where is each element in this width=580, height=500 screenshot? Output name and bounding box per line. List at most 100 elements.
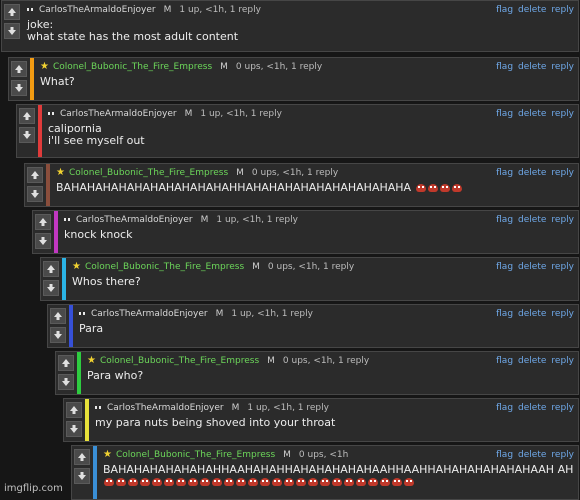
delete-link[interactable]: delete <box>518 260 546 274</box>
flag-link[interactable]: flag <box>496 354 513 368</box>
comment-meta: ★ Colonel_Bubonic_The_Fire_Empress M 0 u… <box>72 260 574 274</box>
upvote-arrow-icon[interactable] <box>43 261 59 277</box>
delete-link[interactable]: delete <box>518 401 546 415</box>
reply-link[interactable]: reply <box>551 213 574 227</box>
downvote-arrow-icon[interactable] <box>4 23 20 39</box>
flag-link[interactable]: flag <box>496 401 513 415</box>
comment-stats: 0 ups, <1h, 1 reply <box>282 356 370 366</box>
downvote-arrow-icon[interactable] <box>43 280 59 296</box>
mod-badge: M <box>252 262 260 272</box>
reply-link[interactable]: reply <box>551 60 574 74</box>
angry-face-emoji-icon <box>164 478 174 486</box>
upvote-arrow-icon[interactable] <box>66 402 82 418</box>
upvote-arrow-icon[interactable] <box>11 61 27 77</box>
flag-link[interactable]: flag <box>496 307 513 321</box>
thread-color-bar <box>54 211 58 253</box>
user-dots-icon <box>79 311 86 318</box>
username-link[interactable]: Colonel_Bubonic_The_Fire_Empress <box>69 166 228 180</box>
upvote-arrow-icon[interactable] <box>19 108 35 124</box>
mod-badge: M <box>163 5 172 15</box>
angry-face-emoji-icon <box>415 184 426 192</box>
vote-controls <box>9 58 29 100</box>
downvote-arrow-icon[interactable] <box>35 233 51 249</box>
upvote-arrow-icon[interactable] <box>58 355 74 371</box>
angry-face-emoji-icon <box>188 478 198 486</box>
comment-3: ★ Colonel_Bubonic_The_Fire_Empress M 0 u… <box>24 163 579 207</box>
angry-face-emoji-icon <box>356 478 366 486</box>
reply-link[interactable]: reply <box>551 307 574 321</box>
vote-controls <box>56 352 76 394</box>
delete-link[interactable]: delete <box>518 448 546 462</box>
username-link[interactable]: Colonel_Bubonic_The_Fire_Empress <box>53 60 212 74</box>
upvote-arrow-icon[interactable] <box>4 4 20 20</box>
flag-link[interactable]: flag <box>496 60 513 74</box>
reply-link[interactable]: reply <box>551 401 574 415</box>
username-link[interactable]: Colonel_Bubonic_The_Fire_Empress <box>116 448 275 462</box>
reply-link[interactable]: reply <box>551 107 574 121</box>
comment-8: CarlosTheArmaldoEnjoyer M 1 up, <1h, 1 r… <box>63 398 579 442</box>
flag-link[interactable]: flag <box>496 107 513 121</box>
comment-5: ★ Colonel_Bubonic_The_Fire_Empress M 0 u… <box>40 257 579 301</box>
comment-meta: ★ Colonel_Bubonic_The_Fire_Empress M 0 u… <box>40 60 574 74</box>
comment-text: Para who? <box>87 370 574 382</box>
comment-line: What? <box>40 75 75 88</box>
angry-face-emoji-icon <box>320 478 330 486</box>
username-link[interactable]: CarlosTheArmaldoEnjoyer <box>60 107 177 121</box>
reply-link[interactable]: reply <box>551 3 574 17</box>
upvote-arrow-icon[interactable] <box>35 214 51 230</box>
username-link[interactable]: CarlosTheArmaldoEnjoyer <box>76 213 193 227</box>
user-dots-icon <box>48 111 55 118</box>
downvote-arrow-icon[interactable] <box>19 127 35 143</box>
flag-link[interactable]: flag <box>496 3 513 17</box>
flag-link[interactable]: flag <box>496 166 513 180</box>
delete-link[interactable]: delete <box>518 60 546 74</box>
angry-face-emoji-icon <box>260 478 270 486</box>
username-link[interactable]: CarlosTheArmaldoEnjoyer <box>39 3 156 17</box>
flag-link[interactable]: flag <box>496 213 513 227</box>
angry-face-emoji-icon <box>380 478 390 486</box>
upvote-arrow-icon[interactable] <box>74 449 90 465</box>
vote-controls <box>17 105 37 157</box>
comment-2: CarlosTheArmaldoEnjoyer M 1 up, <1h, 1 r… <box>16 104 579 158</box>
delete-link[interactable]: delete <box>518 107 546 121</box>
flag-link[interactable]: flag <box>496 260 513 274</box>
angry-face-emoji-icon <box>392 478 402 486</box>
comment-line: Para <box>79 322 104 335</box>
angry-face-emoji-icon <box>284 478 294 486</box>
downvote-arrow-icon[interactable] <box>50 327 66 343</box>
comment-text: joke: what state has the most adult cont… <box>27 19 574 43</box>
delete-link[interactable]: delete <box>518 307 546 321</box>
downvote-arrow-icon[interactable] <box>74 468 90 484</box>
comment-stats: 0 ups, <1h, 1 reply <box>251 168 339 178</box>
username-link[interactable]: CarlosTheArmaldoEnjoyer <box>107 401 224 415</box>
flag-link[interactable]: flag <box>496 448 513 462</box>
comment-stats: 1 up, <1h, 1 reply <box>231 309 313 319</box>
downvote-arrow-icon[interactable] <box>58 374 74 390</box>
angry-face-emoji-icon <box>308 478 318 486</box>
reply-link[interactable]: reply <box>551 448 574 462</box>
upvote-arrow-icon[interactable] <box>50 308 66 324</box>
downvote-arrow-icon[interactable] <box>11 80 27 96</box>
delete-link[interactable]: delete <box>518 213 546 227</box>
downvote-arrow-icon[interactable] <box>66 421 82 437</box>
comment-6: CarlosTheArmaldoEnjoyer M 1 up, <1h, 1 r… <box>47 304 579 348</box>
username-link[interactable]: Colonel_Bubonic_The_Fire_Empress <box>100 354 259 368</box>
comment-meta: CarlosTheArmaldoEnjoyer M 1 up, <1h, 1 r… <box>27 3 574 17</box>
comment-4: CarlosTheArmaldoEnjoyer M 1 up, <1h, 1 r… <box>32 210 579 254</box>
thread-color-bar <box>85 399 89 441</box>
downvote-arrow-icon[interactable] <box>27 186 43 202</box>
reply-link[interactable]: reply <box>551 260 574 274</box>
reply-link[interactable]: reply <box>551 166 574 180</box>
username-link[interactable]: Colonel_Bubonic_The_Fire_Empress <box>85 260 244 274</box>
thread-color-bar <box>38 105 42 157</box>
delete-link[interactable]: delete <box>518 3 546 17</box>
comment-stats: 1 up, <1h, 1 reply <box>200 109 282 119</box>
reply-link[interactable]: reply <box>551 354 574 368</box>
delete-link[interactable]: delete <box>518 354 546 368</box>
angry-face-emoji-icon <box>344 478 354 486</box>
mod-badge: M <box>215 309 224 319</box>
comment-line: my para nuts being shoved into your thro… <box>95 416 336 429</box>
username-link[interactable]: CarlosTheArmaldoEnjoyer <box>91 307 208 321</box>
delete-link[interactable]: delete <box>518 166 546 180</box>
upvote-arrow-icon[interactable] <box>27 167 43 183</box>
